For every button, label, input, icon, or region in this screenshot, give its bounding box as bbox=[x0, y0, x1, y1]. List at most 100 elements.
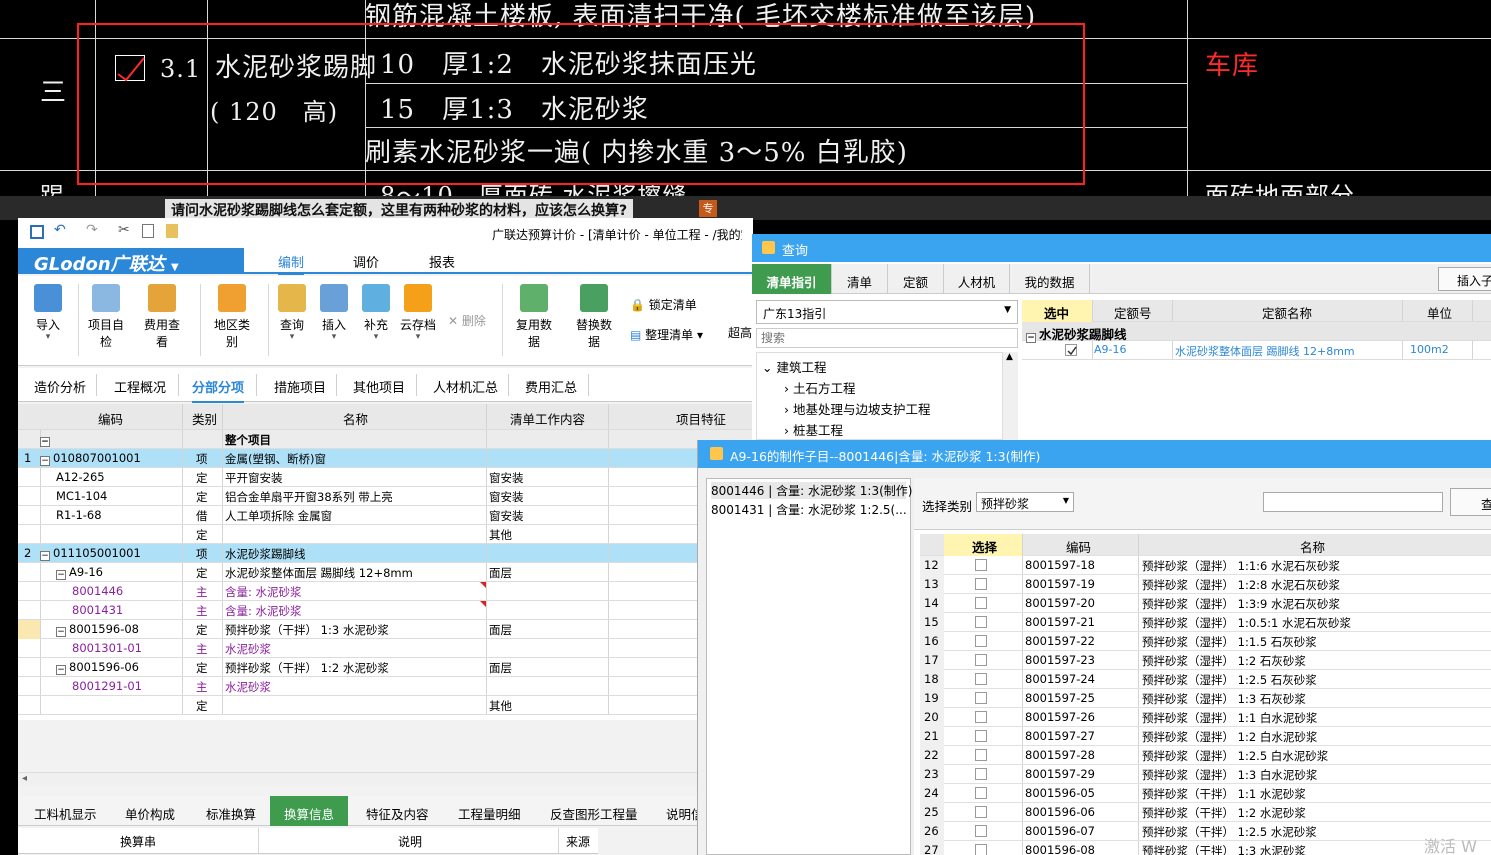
redo-icon[interactable]: ↷ bbox=[86, 222, 98, 238]
tree-scrollbar[interactable]: ▲ bbox=[1002, 352, 1018, 440]
mortar-row[interactable]: 20 8001597-26 预拌砂浆（湿拌） 1:1 白水泥砂浆 bbox=[920, 708, 1491, 727]
mortar-checkbox[interactable] bbox=[975, 673, 987, 685]
mortar-row[interactable]: 12 8001597-18 预拌砂浆（湿拌） 1:1:6 水泥石灰砂浆 bbox=[920, 556, 1491, 575]
table-row[interactable]: 8001446 主 含量: 水泥砂浆 bbox=[18, 582, 753, 601]
tab-items[interactable]: 分部分项 bbox=[192, 377, 245, 403]
import-button[interactable]: 导入 ▾ bbox=[26, 284, 70, 342]
table-row[interactable]: 定 其他 bbox=[18, 696, 753, 715]
mortar-checkbox[interactable] bbox=[975, 749, 987, 761]
copy-icon[interactable] bbox=[142, 224, 154, 238]
tab-materials[interactable]: 人材机 bbox=[944, 264, 1010, 294]
mortar-row[interactable]: 16 8001597-22 预拌砂浆（湿拌） 1:1.5 石灰砂浆 bbox=[920, 632, 1491, 651]
ribbon-tab-price[interactable]: 调价 bbox=[353, 252, 379, 271]
tab-quantity-detail[interactable]: 工程量明细 bbox=[458, 804, 521, 823]
mortar-checkbox[interactable] bbox=[975, 825, 987, 837]
tab-quota[interactable]: 定额 bbox=[888, 264, 944, 294]
mortar-checkbox[interactable] bbox=[975, 844, 987, 855]
sub-list-item[interactable]: 8001446 | 含量: 水泥砂浆 1:3(制作) bbox=[711, 482, 912, 499]
mortar-checkbox[interactable] bbox=[975, 711, 987, 723]
paste-icon[interactable] bbox=[166, 224, 178, 238]
tree-item-earthwork[interactable]: › 土石方工程 bbox=[784, 378, 856, 397]
table-row[interactable]: −8001596-06 定 预拌砂浆（干拌） 1:2 水泥砂浆 面层 bbox=[18, 658, 753, 677]
collapse-icon[interactable]: − bbox=[40, 456, 50, 466]
mortar-row[interactable]: 27 8001596-08 预拌砂浆（干拌） 1:3 水泥砂浆 bbox=[920, 841, 1491, 855]
mortar-row[interactable]: 25 8001596-06 预拌砂浆（干拌） 1:2 水泥砂浆 bbox=[920, 803, 1491, 822]
table-row[interactable]: − A9-16 定 水泥砂浆整体面层 踢脚线 12+8mm 面层 bbox=[18, 563, 753, 582]
tab-list[interactable]: 清单 bbox=[832, 264, 888, 294]
tab-other[interactable]: 其他项目 bbox=[353, 377, 405, 396]
query-button[interactable]: 查询 ▾ bbox=[270, 284, 314, 342]
collapse-icon[interactable]: − bbox=[40, 551, 50, 561]
result-group-row[interactable]: − 水泥砂浆踢脚线 bbox=[1022, 322, 1491, 343]
table-row[interactable]: 定 其他 bbox=[18, 525, 753, 544]
tab-features[interactable]: 特征及内容 bbox=[366, 804, 429, 823]
table-row[interactable]: 8001431 主 含量: 水泥砂浆 bbox=[18, 601, 753, 620]
tab-labor-summary[interactable]: 人材机汇总 bbox=[433, 377, 498, 396]
mortar-row[interactable]: 26 8001596-07 预拌砂浆（干拌） 1:2.5 水泥砂浆 bbox=[920, 822, 1491, 841]
table-row[interactable]: − 整个项目 bbox=[18, 430, 753, 449]
overheight-button[interactable]: 超高 bbox=[728, 324, 752, 341]
mortar-row[interactable]: 18 8001597-24 预拌砂浆（湿拌） 1:2.5 石灰砂浆 bbox=[920, 670, 1491, 689]
mortar-checkbox[interactable] bbox=[975, 768, 987, 780]
mortar-checkbox[interactable] bbox=[975, 597, 987, 609]
mortar-checkbox[interactable] bbox=[975, 730, 987, 742]
table-row[interactable]: A12-265 定 平开窗安装 窗安装 bbox=[18, 468, 753, 487]
region-button[interactable]: 地区类别 bbox=[210, 284, 254, 350]
tab-cost-analysis[interactable]: 造价分析 bbox=[34, 377, 86, 396]
mortar-row[interactable]: 13 8001597-19 预拌砂浆（湿拌） 1:2:8 水泥石灰砂浆 bbox=[920, 575, 1491, 594]
lock-list-button[interactable]: 🔒 锁定清单 bbox=[630, 296, 697, 313]
mortar-checkbox[interactable] bbox=[975, 559, 987, 571]
tab-measures[interactable]: 措施项目 bbox=[274, 377, 326, 396]
table-row[interactable]: MC1-104 定 铝合金单扇平开窗38系列 带上亮 窗安装 bbox=[18, 487, 753, 506]
mortar-row[interactable]: 24 8001596-05 预拌砂浆（干拌） 1:1 水泥砂浆 bbox=[920, 784, 1491, 803]
mortar-row[interactable]: 14 8001597-20 预拌砂浆（湿拌） 1:3:9 水泥石灰砂浆 bbox=[920, 594, 1491, 613]
mortar-checkbox[interactable] bbox=[975, 654, 987, 666]
mortar-checkbox[interactable] bbox=[975, 692, 987, 704]
tree-item-foundation[interactable]: › 地基处理与边坡支护工程 bbox=[784, 399, 931, 418]
insert-button[interactable]: 插入 ▾ bbox=[312, 284, 356, 342]
supplement-button[interactable]: 补充 ▾ bbox=[354, 284, 398, 342]
delete-button[interactable]: ✕ 删除 bbox=[448, 312, 486, 329]
mortar-row[interactable]: 22 8001597-28 预拌砂浆（湿拌） 1:2.5 白水泥砂浆 bbox=[920, 746, 1491, 765]
collapse-icon[interactable]: − bbox=[40, 437, 50, 447]
cut-icon[interactable]: ✂ bbox=[118, 222, 130, 238]
tab-std-conversion[interactable]: 标准换算 bbox=[206, 804, 256, 823]
sub-list-item[interactable]: 8001431 | 含量: 水泥砂浆 1:2.5(... bbox=[711, 501, 907, 518]
tab-reverse-lookup[interactable]: 反查图形工程量 bbox=[550, 804, 638, 823]
tab-unit-price[interactable]: 单价构成 bbox=[125, 804, 175, 823]
tree-item-construction[interactable]: ⌄ 建筑工程 bbox=[762, 357, 826, 376]
result-item-checkbox[interactable] bbox=[1065, 344, 1077, 356]
table-row[interactable]: 1−010807001001 项 金属(塑钢、断桥)窗 bbox=[18, 449, 753, 468]
mortar-row[interactable]: 19 8001597-25 预拌砂浆（湿拌） 1:3 石灰砂浆 bbox=[920, 689, 1491, 708]
mortar-row[interactable]: 23 8001597-29 预拌砂浆（湿拌） 1:3 白水泥砂浆 bbox=[920, 765, 1491, 784]
organize-list-button[interactable]: ▤ 整理清单 ▾ bbox=[630, 326, 703, 343]
result-item-row[interactable]: A9-16 水泥砂浆整体面层 踢脚线 12+8mm 100m2 bbox=[1022, 341, 1491, 360]
table-row[interactable]: 8001291-01 主 水泥砂浆 bbox=[18, 677, 753, 696]
sub-search-input[interactable] bbox=[1263, 492, 1443, 512]
undo-icon[interactable]: ↶ bbox=[54, 222, 66, 238]
self-check-button[interactable]: 项目自检 bbox=[84, 284, 128, 350]
guide-search-input[interactable] bbox=[756, 328, 1018, 348]
tab-conversion-info[interactable]: 换算信息 bbox=[270, 796, 349, 826]
table-row[interactable]: 8001301-01 主 水泥砂浆 bbox=[18, 639, 753, 658]
guide-select[interactable]: 广东13指引 ▼ bbox=[756, 300, 1018, 324]
horizontal-scrollbar[interactable]: ◂ bbox=[18, 772, 698, 786]
mortar-checkbox[interactable] bbox=[975, 616, 987, 628]
collapse-icon[interactable]: − bbox=[56, 665, 66, 675]
save-icon[interactable] bbox=[30, 225, 44, 239]
tab-overview[interactable]: 工程概况 bbox=[114, 377, 166, 396]
collapse-icon[interactable]: − bbox=[56, 627, 66, 637]
category-select[interactable]: 预拌砂浆 ▼ bbox=[976, 492, 1074, 512]
tab-my-data[interactable]: 我的数据 bbox=[1010, 264, 1090, 294]
reuse-data-button[interactable]: 复用数据 bbox=[512, 284, 556, 350]
cost-view-button[interactable]: 费用查看 bbox=[140, 284, 184, 350]
collapse-icon[interactable]: − bbox=[56, 570, 66, 580]
table-row[interactable]: 2−011105001001 项 水泥砂浆踢脚线 bbox=[18, 544, 753, 563]
mortar-row[interactable]: 17 8001597-23 预拌砂浆（湿拌） 1:2 石灰砂浆 bbox=[920, 651, 1491, 670]
mortar-checkbox[interactable] bbox=[975, 578, 987, 590]
mortar-checkbox[interactable] bbox=[975, 787, 987, 799]
insert-sub-button[interactable]: 插入子 bbox=[1438, 267, 1491, 291]
cloud-save-button[interactable]: 云存档 ▾ bbox=[396, 284, 440, 342]
table-row[interactable]: −8001596-08 定 预拌砂浆（干拌） 1:3 水泥砂浆 面层 bbox=[18, 620, 753, 639]
tab-fee-summary[interactable]: 费用汇总 bbox=[525, 377, 577, 396]
